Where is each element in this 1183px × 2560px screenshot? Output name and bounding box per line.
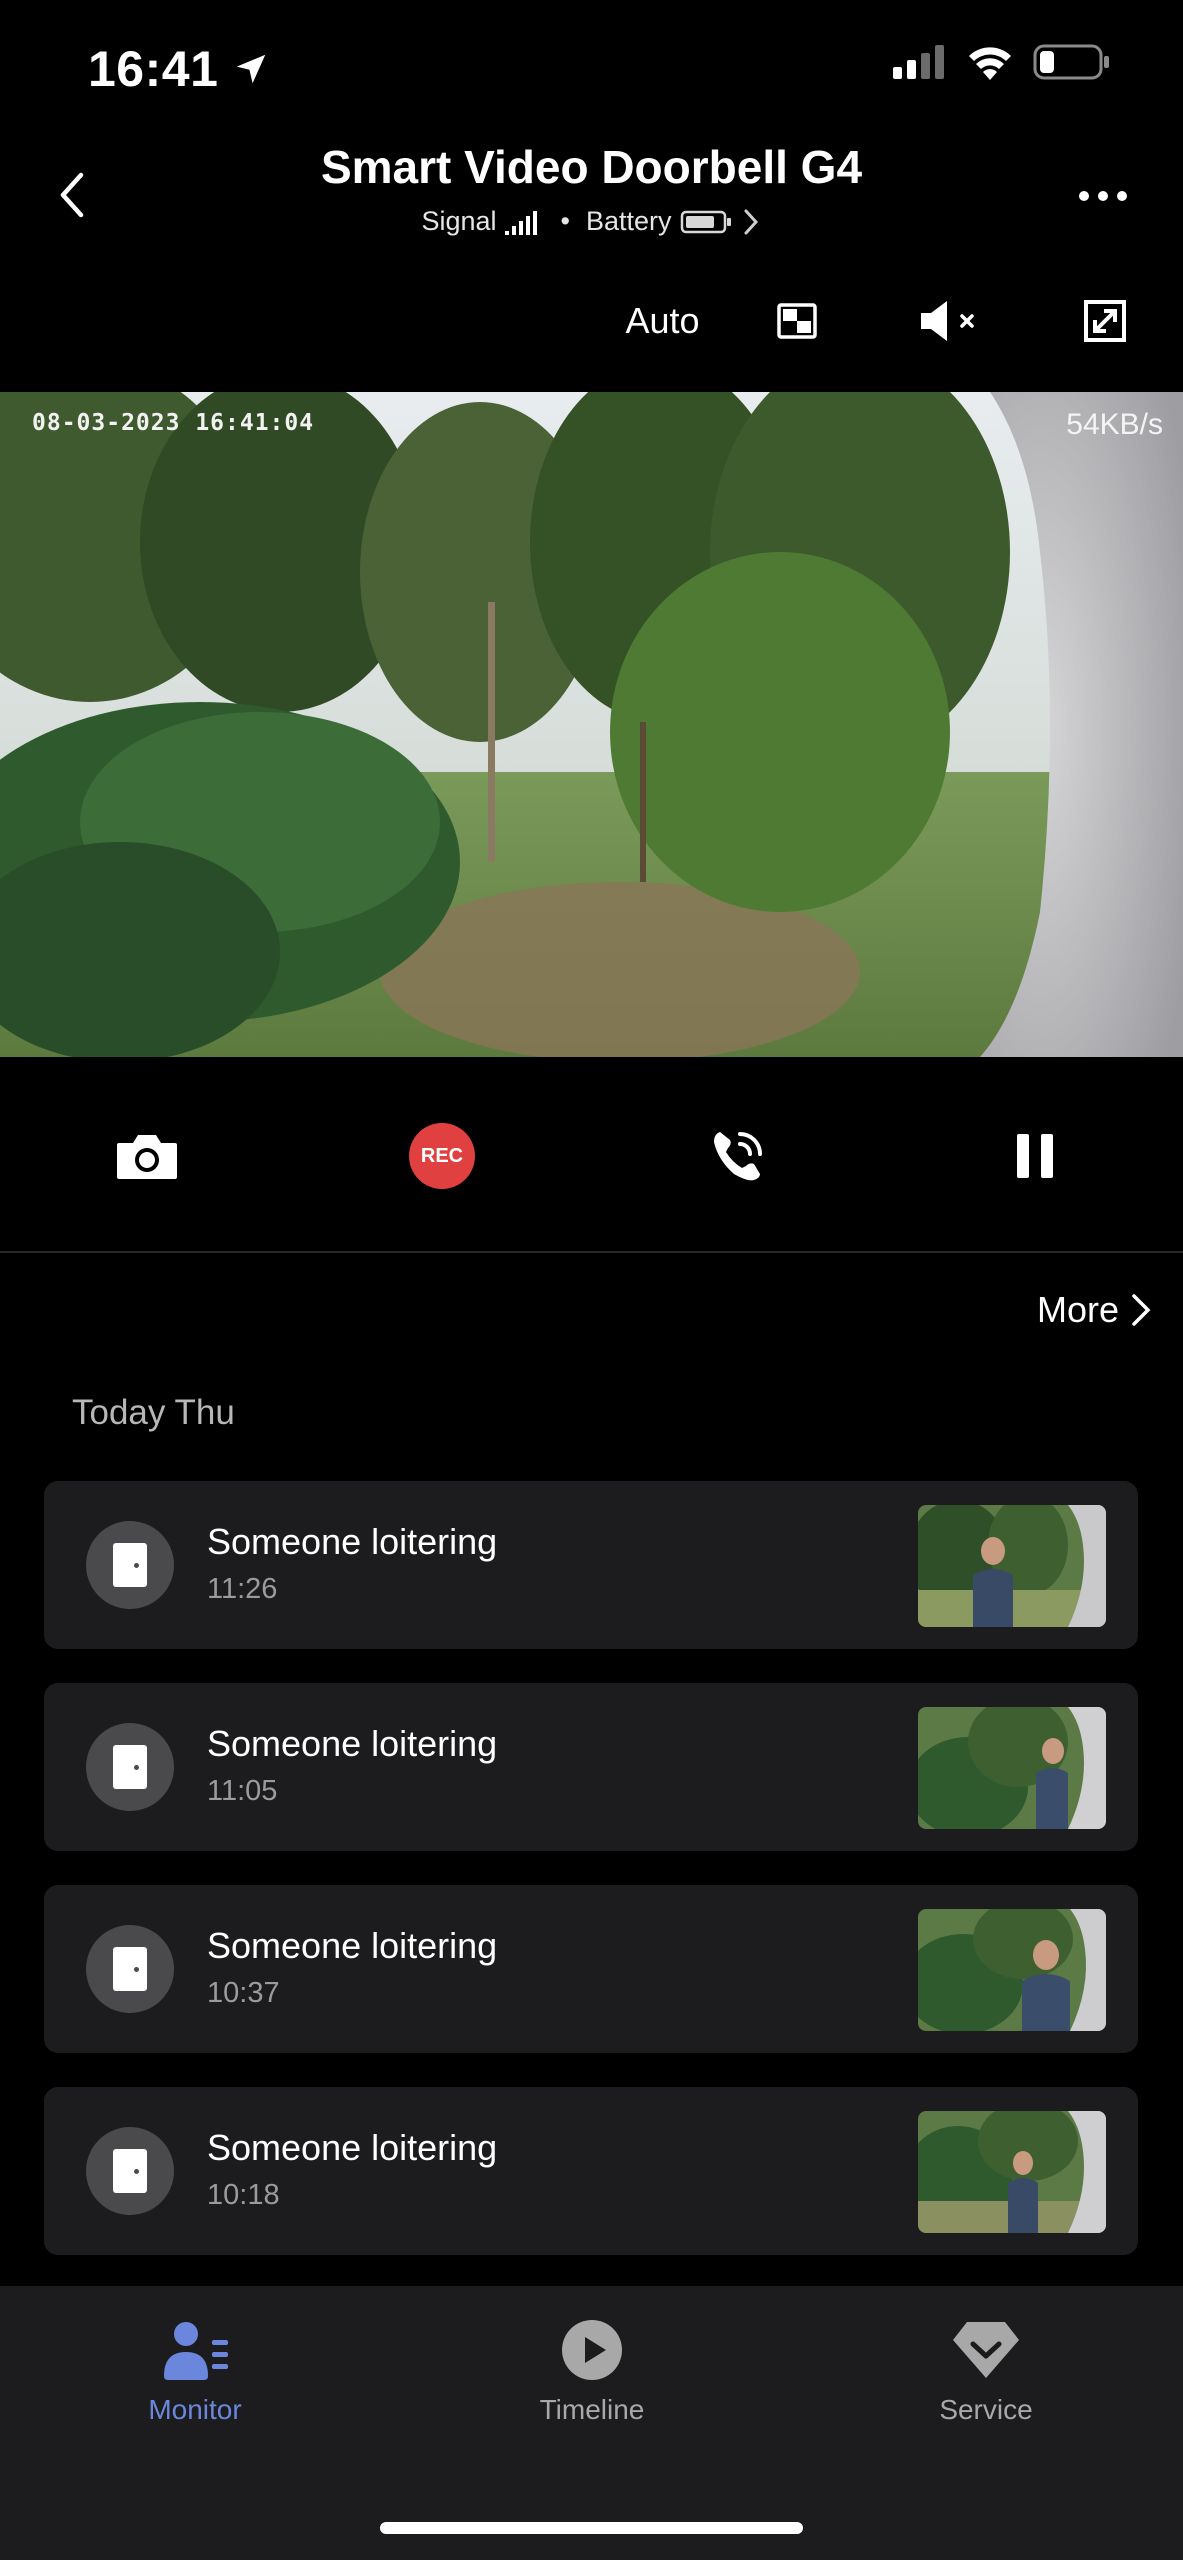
pause-icon (1017, 1134, 1053, 1178)
event-time: 10:37 (207, 1977, 280, 2009)
tab-monitor[interactable]: Monitor (75, 2318, 315, 2426)
tab-service[interactable]: Service (866, 2318, 1106, 2426)
picture-in-picture-button[interactable] (762, 280, 832, 362)
fullscreen-button[interactable] (1070, 280, 1140, 362)
separator-dot: • (560, 206, 570, 236)
action-bar: REC (0, 1110, 1183, 1202)
play-circle-icon (562, 2320, 622, 2380)
mute-button[interactable] (910, 280, 990, 362)
bottom-tab-bar: Monitor Timeline Service (0, 2286, 1183, 2560)
door-icon (86, 1925, 174, 2013)
rec-label: REC (409, 1123, 475, 1189)
video-controls: Auto (0, 280, 1183, 362)
event-time: 11:05 (207, 1775, 278, 1807)
tab-label: Timeline (539, 2394, 645, 2425)
picture-in-picture-icon (777, 303, 817, 339)
camera-icon (117, 1135, 177, 1179)
more-events-label: More (1036, 1289, 1119, 1330)
signal-strength-icon (504, 210, 537, 235)
header: Smart Video Doorbell G4 Signal • Battery (0, 130, 1183, 270)
diamond-service-icon (953, 2322, 1019, 2378)
video-timestamp: 08-03-2023 16:41:04 (32, 410, 315, 436)
fullscreen-icon (1084, 300, 1126, 342)
more-options-button[interactable] (1063, 166, 1143, 226)
event-thumbnail[interactable] (918, 1505, 1106, 1627)
more-events-link[interactable]: More (1037, 1280, 1153, 1340)
chevron-right-icon (1132, 1294, 1151, 1326)
status-bar: 16:41 (0, 0, 1183, 130)
speaker-muted-icon (921, 301, 974, 341)
battery-label: Battery (585, 206, 672, 236)
event-time: 10:18 (207, 2179, 280, 2211)
chevron-right-icon (744, 209, 758, 234)
device-status-link[interactable]: Signal • Battery (0, 206, 1183, 237)
event-thumbnail[interactable] (918, 1707, 1106, 1829)
divider (0, 1251, 1183, 1253)
garden-scene-image (0, 392, 1183, 1057)
door-icon (86, 1521, 174, 1609)
event-thumbnail[interactable] (918, 1909, 1106, 2031)
tab-label: Service (939, 2394, 1033, 2425)
events-day-header: Today Thu (72, 1393, 235, 1432)
video-bitrate: 54KB/s (1066, 408, 1163, 441)
battery-icon (1033, 44, 1109, 80)
event-card[interactable]: Someone loitering 11:26 (44, 1481, 1138, 1649)
tab-label: Monitor (148, 2394, 242, 2425)
event-title: Someone loitering (207, 2127, 498, 2168)
signal-label: Signal (421, 206, 497, 236)
event-title: Someone loitering (207, 1521, 498, 1562)
live-video-feed[interactable]: 08-03-2023 16:41:04 54KB/s (0, 392, 1183, 1057)
location-arrow-icon (237, 54, 266, 84)
phone-call-icon (714, 1132, 762, 1181)
talk-button[interactable] (693, 1110, 783, 1202)
status-time-text: 16:41 (88, 41, 219, 97)
monitor-people-icon (164, 2322, 228, 2380)
snapshot-button[interactable] (102, 1110, 192, 1202)
home-indicator[interactable] (380, 2522, 803, 2534)
cellular-signal-icon (893, 45, 944, 79)
pause-button[interactable] (990, 1110, 1080, 1202)
event-thumbnail[interactable] (918, 2111, 1106, 2233)
status-time: 16:41 (88, 40, 270, 98)
event-title: Someone loitering (207, 1723, 498, 1764)
quality-button[interactable]: Auto (605, 280, 720, 362)
status-indicators (893, 44, 1111, 80)
record-button[interactable]: REC (397, 1110, 487, 1202)
device-battery-icon (680, 210, 731, 233)
event-title: Someone loitering (207, 1925, 498, 1966)
event-card[interactable]: Someone loitering 11:05 (44, 1683, 1138, 1851)
event-time: 11:26 (207, 1573, 278, 1605)
tab-timeline[interactable]: Timeline (472, 2318, 712, 2426)
wifi-icon (969, 47, 1011, 80)
event-card[interactable]: Someone loitering 10:18 (44, 2087, 1138, 2255)
more-dot-icon (1098, 191, 1108, 201)
device-title: Smart Video Doorbell G4 (320, 141, 863, 193)
door-icon (86, 2127, 174, 2215)
event-card[interactable]: Someone loitering 10:37 (44, 1885, 1138, 2053)
more-dot-icon (1079, 191, 1089, 201)
door-icon (86, 1723, 174, 1811)
more-dot-icon (1117, 191, 1127, 201)
